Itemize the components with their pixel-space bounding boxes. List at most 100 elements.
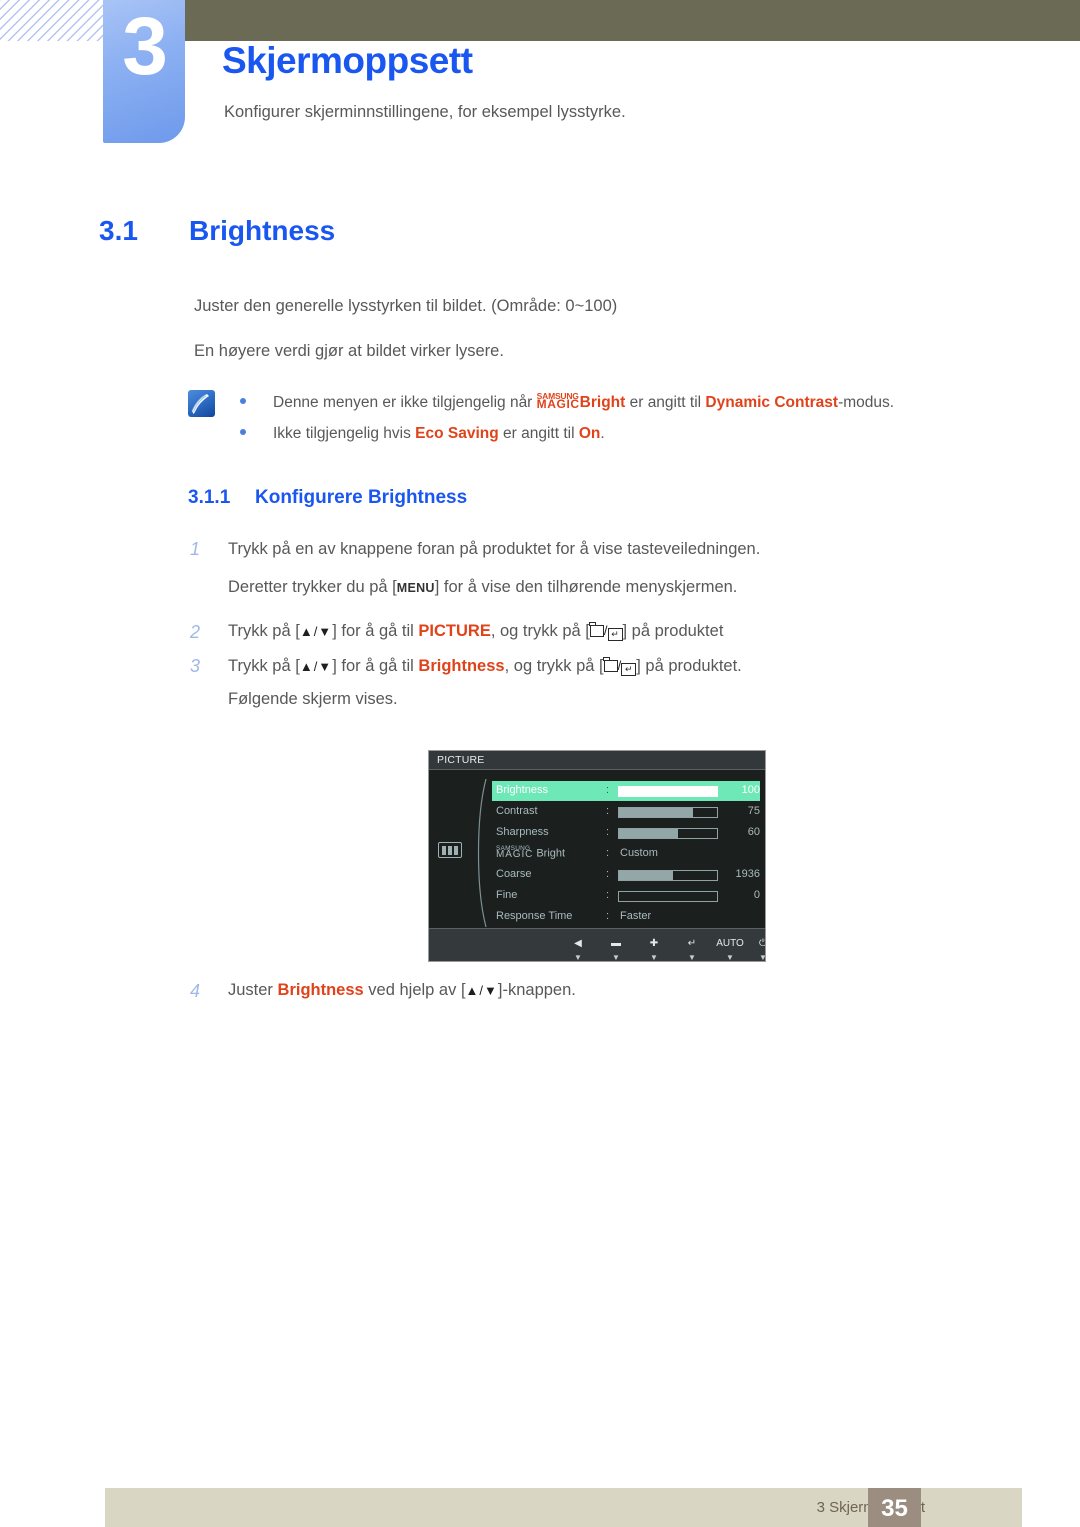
section-number: 3.1 (99, 215, 138, 246)
back-arrow-icon: ◀ (574, 938, 582, 949)
step-3-substep-text: Følgende skjerm vises. (228, 690, 398, 708)
osd-button-back[interactable]: ◀ ▼ (559, 933, 597, 962)
osd-row[interactable]: Sharpness : 60 (492, 823, 760, 843)
step-2-post: ] på produktet (622, 622, 724, 640)
osd-magic-suffix: Bright (533, 847, 566, 860)
up-down-arrow-keys-icon: ▲/▼ (299, 624, 333, 639)
note-2-highlight-2: On (578, 425, 601, 442)
step-2-mid: ] for å gå til (332, 622, 419, 640)
osd-row-bar (618, 891, 718, 902)
note-2-pre: Ikke tilgjengelig hvis (273, 425, 416, 442)
step-2-highlight: PICTURE (418, 622, 491, 640)
osd-row-bar (618, 828, 718, 839)
page-number: 35 (881, 1495, 908, 1522)
samsung-magic-logo: SAMSUNG MAGIC (536, 392, 580, 411)
chapter-title: Skjermoppsett (222, 40, 473, 81)
menu-key-label: MENU (396, 581, 435, 595)
step-4-highlight: Brightness (277, 981, 364, 999)
caret-down-icon: ▼ (744, 954, 765, 962)
step-2-mid2: , og trykk på [ (490, 622, 590, 640)
osd-row-value: 0 (753, 889, 760, 901)
minus-icon: ▬ (611, 938, 621, 949)
osd-button-enter[interactable]: ↵ ▼ (673, 933, 711, 961)
source-key-icon (589, 622, 604, 637)
osd-button-minus[interactable]: ▬ ▼ (597, 933, 635, 962)
step-3-number: 3 (190, 656, 201, 676)
caret-down-icon: ▼ (574, 953, 582, 962)
up-down-arrow-keys-icon: ▲/▼ (299, 659, 333, 674)
caret-down-icon: ▼ (612, 953, 620, 962)
osd-title: PICTURE (437, 754, 485, 766)
power-icon: ⏻ (759, 937, 765, 950)
plus-icon: ✚ (649, 938, 659, 949)
page-header: 3 Skjermoppsett Konfigurer skjerminnstil… (0, 0, 1080, 150)
magic-bottom-text: MAGIC (536, 396, 580, 411)
step-3-post: ] på produktet. (636, 657, 742, 675)
note-1-magic-suffix: Bright (579, 393, 626, 411)
note-1-mid: er angitt til (625, 393, 706, 411)
osd-row-label: Contrast (496, 805, 538, 817)
osd-row[interactable]: SAMSUNG MAGIC Bright : Custom (492, 844, 760, 864)
osd-row-value: 60 (747, 826, 760, 838)
osd-button-power[interactable]: ⏻ ▼ (744, 933, 765, 962)
osd-row-label: Response Time (496, 910, 573, 922)
samsung-magic-logo: SAMSUNG MAGIC (496, 845, 534, 861)
page-number-box: 35 (868, 1488, 921, 1527)
subsection-title: Konfigurere Brightness (255, 487, 468, 508)
osd-row-colon: : (606, 868, 610, 880)
step-4-mid: ved hjelp av [ (363, 981, 466, 999)
osd-row-value: Custom (620, 847, 658, 859)
osd-button-plus[interactable]: ✚ ▼ (635, 933, 673, 961)
osd-row-value: 75 (747, 805, 760, 817)
picture-bars-icon (438, 842, 462, 858)
osd-row[interactable]: Response Time : Faster (492, 907, 760, 927)
source-key-icon (603, 657, 618, 672)
note-1-post: -modus. (838, 393, 895, 411)
section-heading: 3.1 Brightness (99, 215, 335, 247)
osd-row-label: Fine (496, 889, 518, 901)
step-4-text: Juster Brightness ved hjelp av [▲/▼]-kna… (228, 981, 576, 1000)
enter-icon: ↵ (687, 938, 697, 949)
magic-bottom-text: MAGIC (496, 849, 534, 861)
step-3-pre: Trykk på [ (228, 657, 300, 675)
osd-row-colon: : (606, 805, 610, 817)
enter-key-icon: ↵ (607, 628, 623, 641)
note-item-1: Denne menyen er ikke tilgjengelig når SA… (240, 392, 894, 412)
hatch-pattern-decoration (0, 0, 108, 41)
osd-row-value: 100 (741, 784, 760, 796)
auto-label: AUTO (716, 938, 744, 949)
note-2-mid: er angitt til (498, 425, 579, 442)
osd-bracket-decoration (477, 778, 487, 928)
note-1-pre: Denne menyen er ikke tilgjengelig når (273, 393, 537, 411)
step-4-number: 4 (190, 981, 201, 1001)
osd-row[interactable]: Brightness : 100 (492, 781, 760, 801)
osd-row-label: Brightness (496, 784, 548, 796)
bullet-icon (240, 398, 246, 405)
step-3-mid2: , og trykk på [ (504, 657, 604, 675)
osd-row-colon: : (606, 889, 610, 901)
note-2-highlight-1: Eco Saving (415, 425, 499, 442)
step-2-text: Trykk på [▲/▼] for å gå til PICTURE, og … (228, 622, 724, 641)
osd-row[interactable]: Coarse : 1936 (492, 865, 760, 885)
step-1-text: Trykk på en av knappene foran på produkt… (228, 540, 761, 558)
paragraph-higher-value: En høyere verdi gjør at bildet virker ly… (194, 342, 504, 360)
note-2-post: . (600, 425, 605, 442)
osd-row-label: Sharpness (496, 826, 549, 838)
osd-row-label: Coarse (496, 868, 532, 880)
osd-menu-screenshot: PICTURE Brightness : 100 Contrast : 75 S… (428, 750, 766, 962)
step-1-sub-post: ] for å vise den tilhørende menyskjermen… (434, 578, 738, 596)
chapter-number: 3 (122, 1, 168, 92)
osd-toolbar: ◀ ▼ ▬ ▼ ✚ ▼ ↵ ▼ AUTO ▼ ⏻ ▼ (429, 928, 765, 961)
step-2-pre: Trykk på [ (228, 622, 300, 640)
osd-row-bar (618, 870, 718, 881)
osd-row-colon: : (606, 847, 610, 859)
osd-row[interactable]: Contrast : 75 (492, 802, 760, 822)
paragraph-range: Juster den generelle lysstyrken til bild… (194, 297, 618, 315)
osd-row[interactable]: Fine : 0 (492, 886, 760, 906)
osd-titlebar: PICTURE (429, 751, 765, 770)
osd-row-colon: : (606, 826, 610, 838)
osd-row-bar (618, 786, 718, 797)
step-3-text: Trykk på [▲/▼] for å gå til Brightness, … (228, 657, 742, 676)
note-item-2: Ikke tilgjengelig hvis Eco Saving er ang… (240, 425, 605, 443)
chapter-number-block: 3 (103, 0, 185, 143)
